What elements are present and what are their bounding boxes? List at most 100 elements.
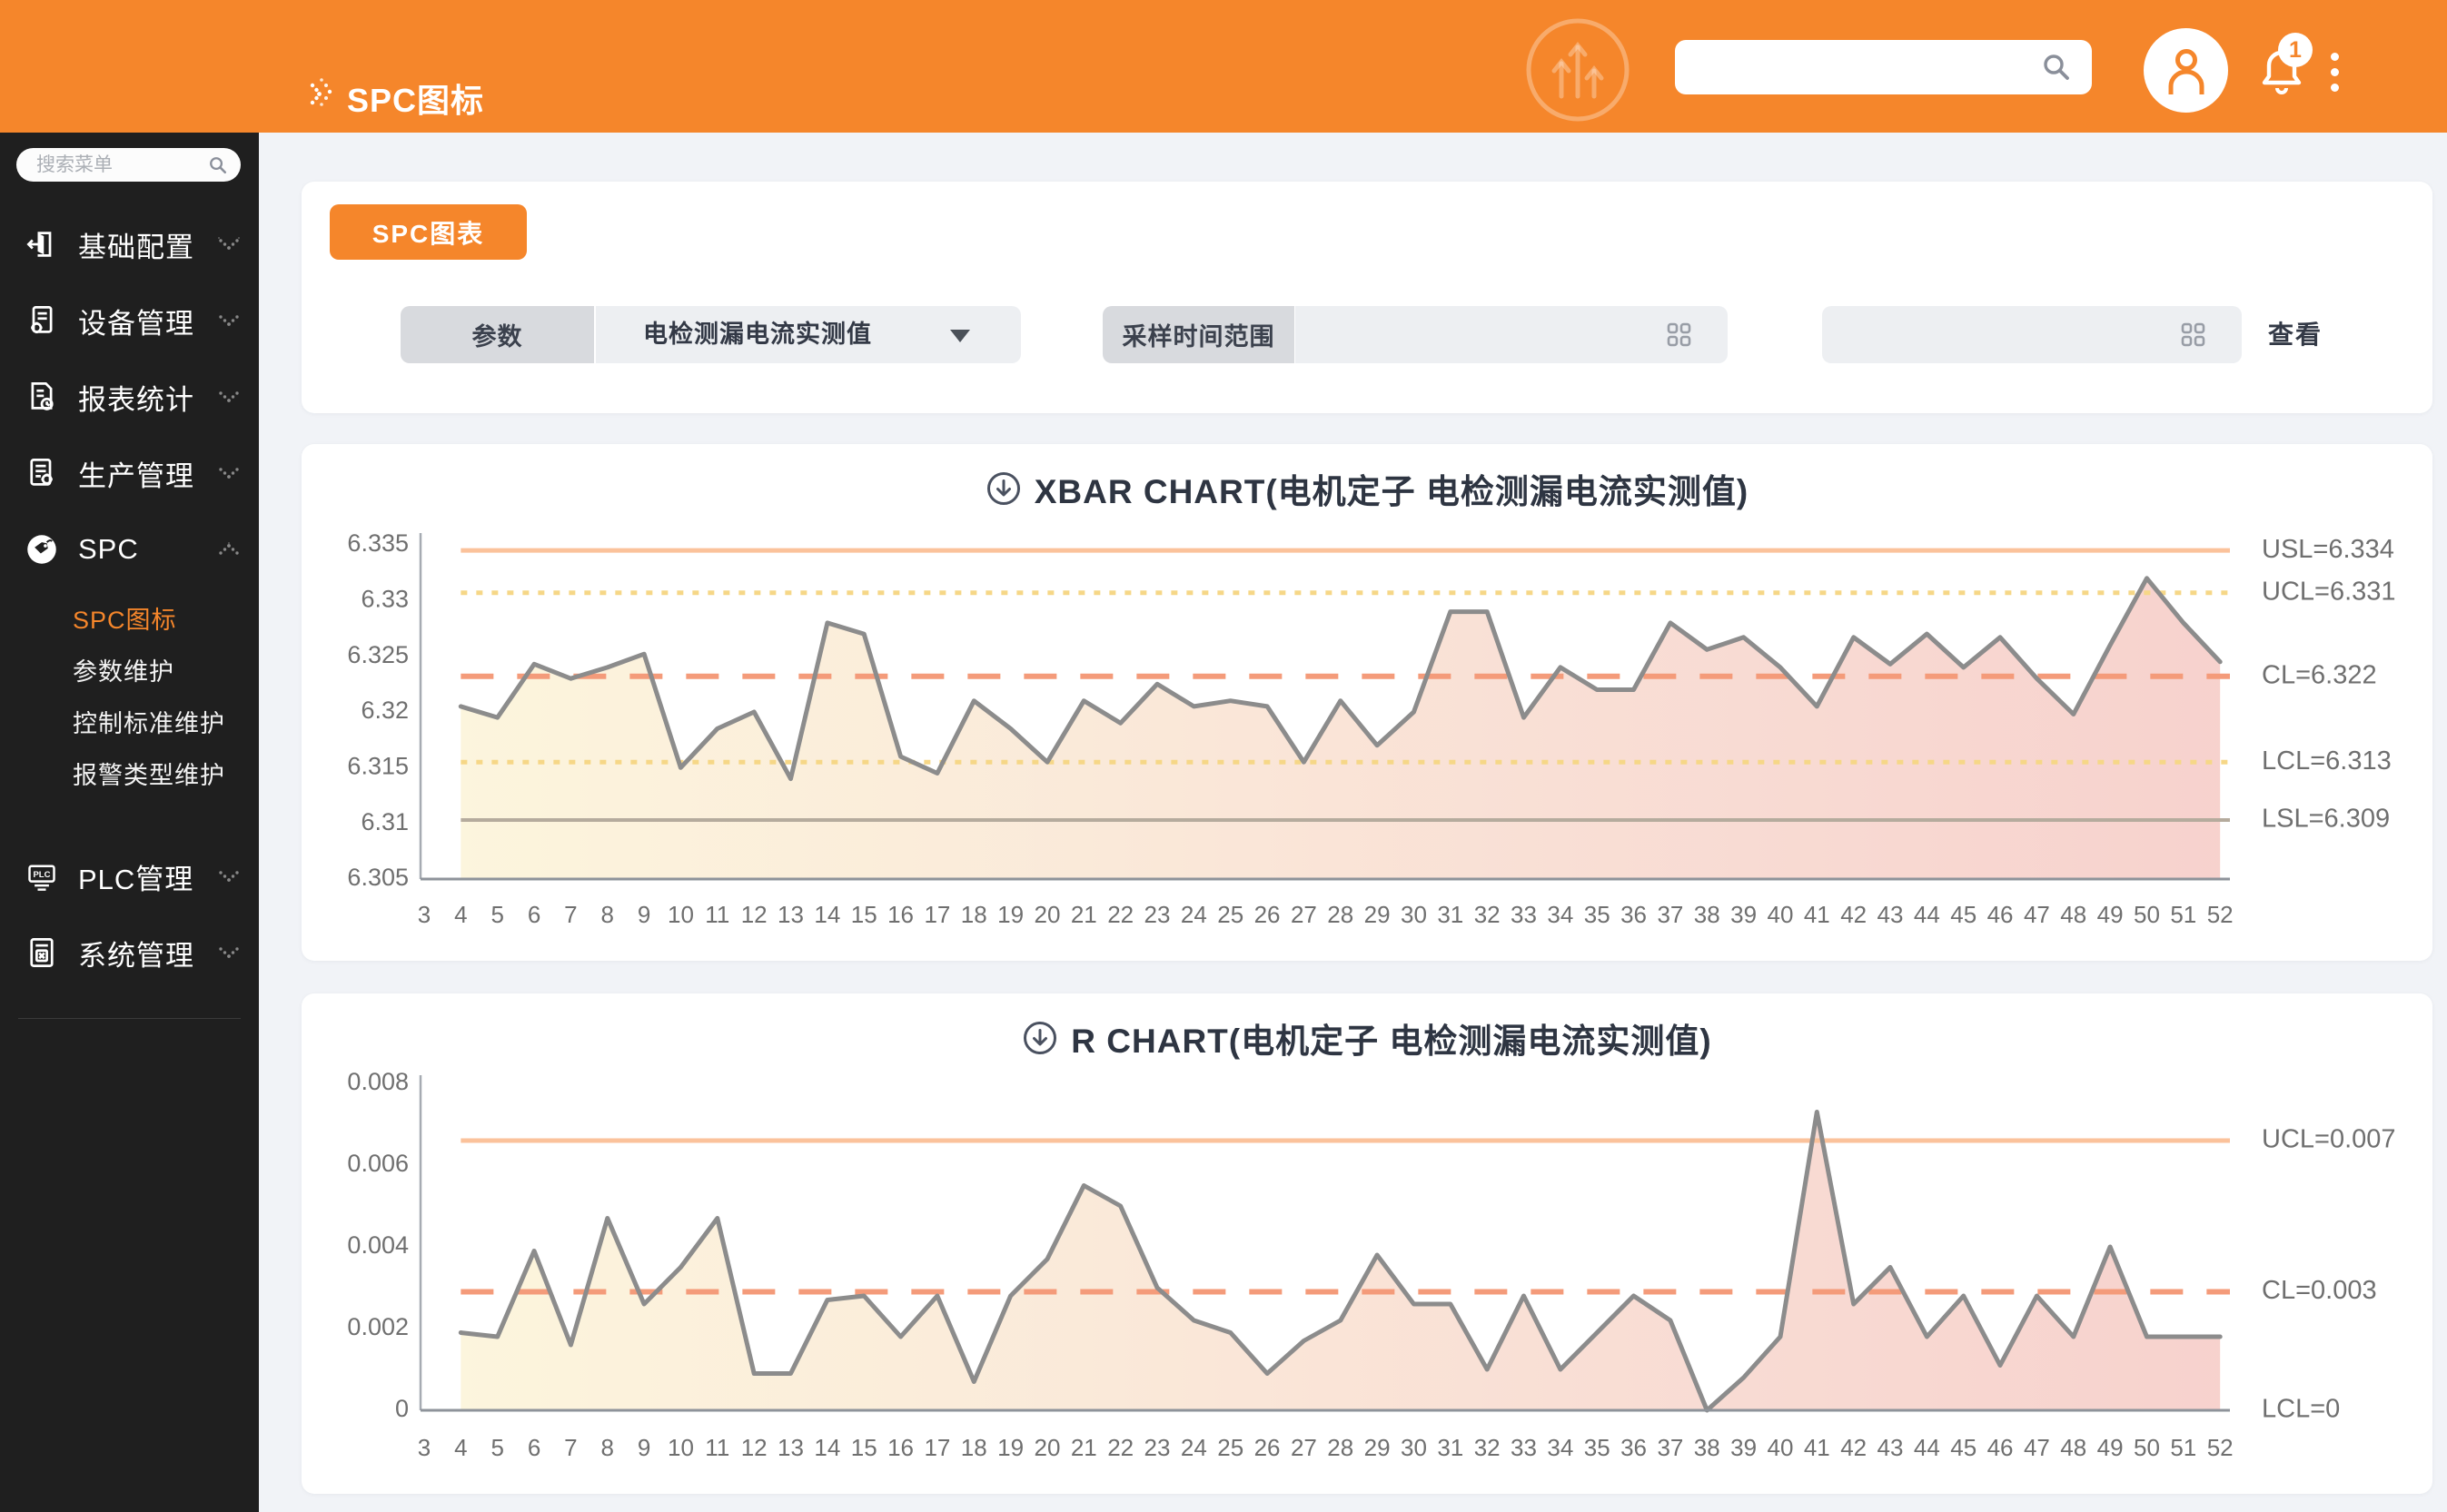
svg-text:46: 46 [1987,901,2014,928]
sidebar-item-production-mgmt[interactable]: 生产管理 [0,435,259,511]
svg-text:PLC: PLC [33,870,50,880]
notification-bell[interactable]: 1 [2256,45,2329,109]
search-icon[interactable] [2041,52,2072,83]
sidebar-item-system-mgmt[interactable]: 系统管理 [0,914,259,991]
submenu-item-control-standard-maintain[interactable]: 控制标准维护 [0,698,259,750]
svg-text:27: 27 [1291,1434,1317,1461]
user-avatar[interactable] [2144,28,2228,113]
filter-row: 参数 电检测漏电流实测值 采样时间范围 [302,306,2432,363]
sidebar-item-report-stats[interactable]: 报表统计 [0,359,259,435]
svg-text:51: 51 [2170,901,2196,928]
svg-text:4: 4 [454,1434,467,1461]
svg-text:6: 6 [528,901,540,928]
svg-text:CL=0.003: CL=0.003 [2262,1276,2377,1305]
svg-text:29: 29 [1364,901,1391,928]
svg-text:20: 20 [1034,1434,1060,1461]
svg-text:28: 28 [1327,1434,1353,1461]
sidebar: 基础配置 设备管理 [0,133,259,1512]
svg-text:36: 36 [1620,901,1647,928]
svg-text:22: 22 [1107,901,1134,928]
svg-text:41: 41 [1804,901,1830,928]
sidebar-search-input[interactable] [35,152,202,179]
svg-text:44: 44 [1914,1434,1940,1461]
svg-text:9: 9 [638,901,650,928]
chevron-down-icon [217,466,241,485]
xbar-chart-plot[interactable]: USL=6.334UCL=6.331CL=6.322LCL=6.313LSL=6… [302,444,2432,961]
r-chart-plot[interactable]: UCL=0.007CL=0.003LCL=000.0020.0040.0060.… [302,993,2432,1494]
param-select-value: 电检测漏电流实测值 [643,306,872,363]
svg-text:35: 35 [1584,1434,1610,1461]
svg-text:34: 34 [1547,1434,1573,1461]
sidebar-item-base-config[interactable]: 基础配置 [0,206,259,282]
svg-text:47: 47 [2024,1434,2050,1461]
svg-text:49: 49 [2097,1434,2124,1461]
svg-text:50: 50 [2134,1434,2160,1461]
view-button[interactable]: 查看 [2268,306,2323,363]
svg-text:UCL=0.007: UCL=0.007 [2262,1125,2396,1154]
sidebar-item-plc-mgmt[interactable]: PLC PLC管理 [0,838,259,914]
config-door-icon [25,228,58,261]
svg-text:CL=6.322: CL=6.322 [2262,660,2377,689]
svg-text:43: 43 [1877,1434,1904,1461]
svg-text:44: 44 [1914,901,1940,928]
svg-text:21: 21 [1071,1434,1097,1461]
sidebar-item-device-mgmt[interactable]: 设备管理 [0,282,259,359]
submenu-item-param-maintain[interactable]: 参数维护 [0,647,259,698]
param-select[interactable]: 电检测漏电流实测值 [596,306,1021,363]
spc-chart-tab-button[interactable]: SPC图表 [330,204,527,260]
search-icon [208,155,228,175]
svg-text:6.31: 6.31 [361,808,409,835]
main-content: SPC图表 参数 电检测漏电流实测值 采样时间范围 [259,133,2447,1512]
header-search-box [1675,40,2092,94]
svg-text:37: 37 [1657,901,1683,928]
svg-text:40: 40 [1767,1434,1793,1461]
header-search-input[interactable] [1695,47,2044,89]
svg-text:23: 23 [1144,901,1171,928]
svg-text:32: 32 [1474,1434,1501,1461]
svg-text:45: 45 [1950,901,1976,928]
svg-text:45: 45 [1950,1434,1976,1461]
range-end-input[interactable] [1822,306,2242,363]
sidebar-item-label: PLC管理 [78,856,193,897]
svg-text:6: 6 [528,1434,540,1461]
svg-text:UCL=6.331: UCL=6.331 [2262,577,2396,606]
top-header: SPC图标 [0,0,2447,133]
svg-text:27: 27 [1291,901,1317,928]
svg-text:40: 40 [1767,901,1793,928]
svg-text:17: 17 [924,901,950,928]
svg-text:42: 42 [1840,901,1867,928]
app-logo-icon [307,74,343,111]
svg-text:17: 17 [924,1434,950,1461]
svg-text:6.315: 6.315 [347,752,409,779]
svg-text:8: 8 [601,901,614,928]
r-chart-card: R CHART(电机定子 电检测漏电流实测值) UCL=0.007CL=0.00… [302,993,2432,1494]
submenu-item-spc-chart[interactable]: SPC图标 [0,595,259,647]
svg-text:51: 51 [2170,1434,2196,1461]
svg-text:13: 13 [778,901,804,928]
sidebar-item-spc[interactable]: SPC [0,511,259,588]
svg-text:18: 18 [961,1434,987,1461]
svg-text:33: 33 [1511,901,1537,928]
svg-text:52: 52 [2207,1434,2234,1461]
svg-text:46: 46 [1987,1434,2014,1461]
svg-text:6.335: 6.335 [347,529,409,557]
app-title: SPC图标 [347,74,484,122]
svg-text:0.004: 0.004 [347,1231,409,1259]
more-menu-button[interactable] [2325,45,2343,100]
svg-text:12: 12 [741,1434,768,1461]
svg-text:8: 8 [601,1434,614,1461]
svg-text:22: 22 [1107,1434,1134,1461]
svg-text:28: 28 [1327,901,1353,928]
plc-icon: PLC [25,860,58,893]
sidebar-item-label: 系统管理 [78,933,194,973]
sidebar-item-label: 报表统计 [78,377,194,418]
svg-text:24: 24 [1181,1434,1207,1461]
svg-text:0.006: 0.006 [347,1150,409,1177]
chevron-up-icon [217,542,241,561]
range-start-input[interactable] [1295,306,1728,363]
svg-text:USL=6.334: USL=6.334 [2262,535,2394,564]
svg-text:30: 30 [1401,901,1427,928]
submenu-item-alarm-type-maintain[interactable]: 报警类型维护 [0,750,259,802]
svg-text:25: 25 [1217,901,1243,928]
svg-text:11: 11 [705,1434,729,1461]
